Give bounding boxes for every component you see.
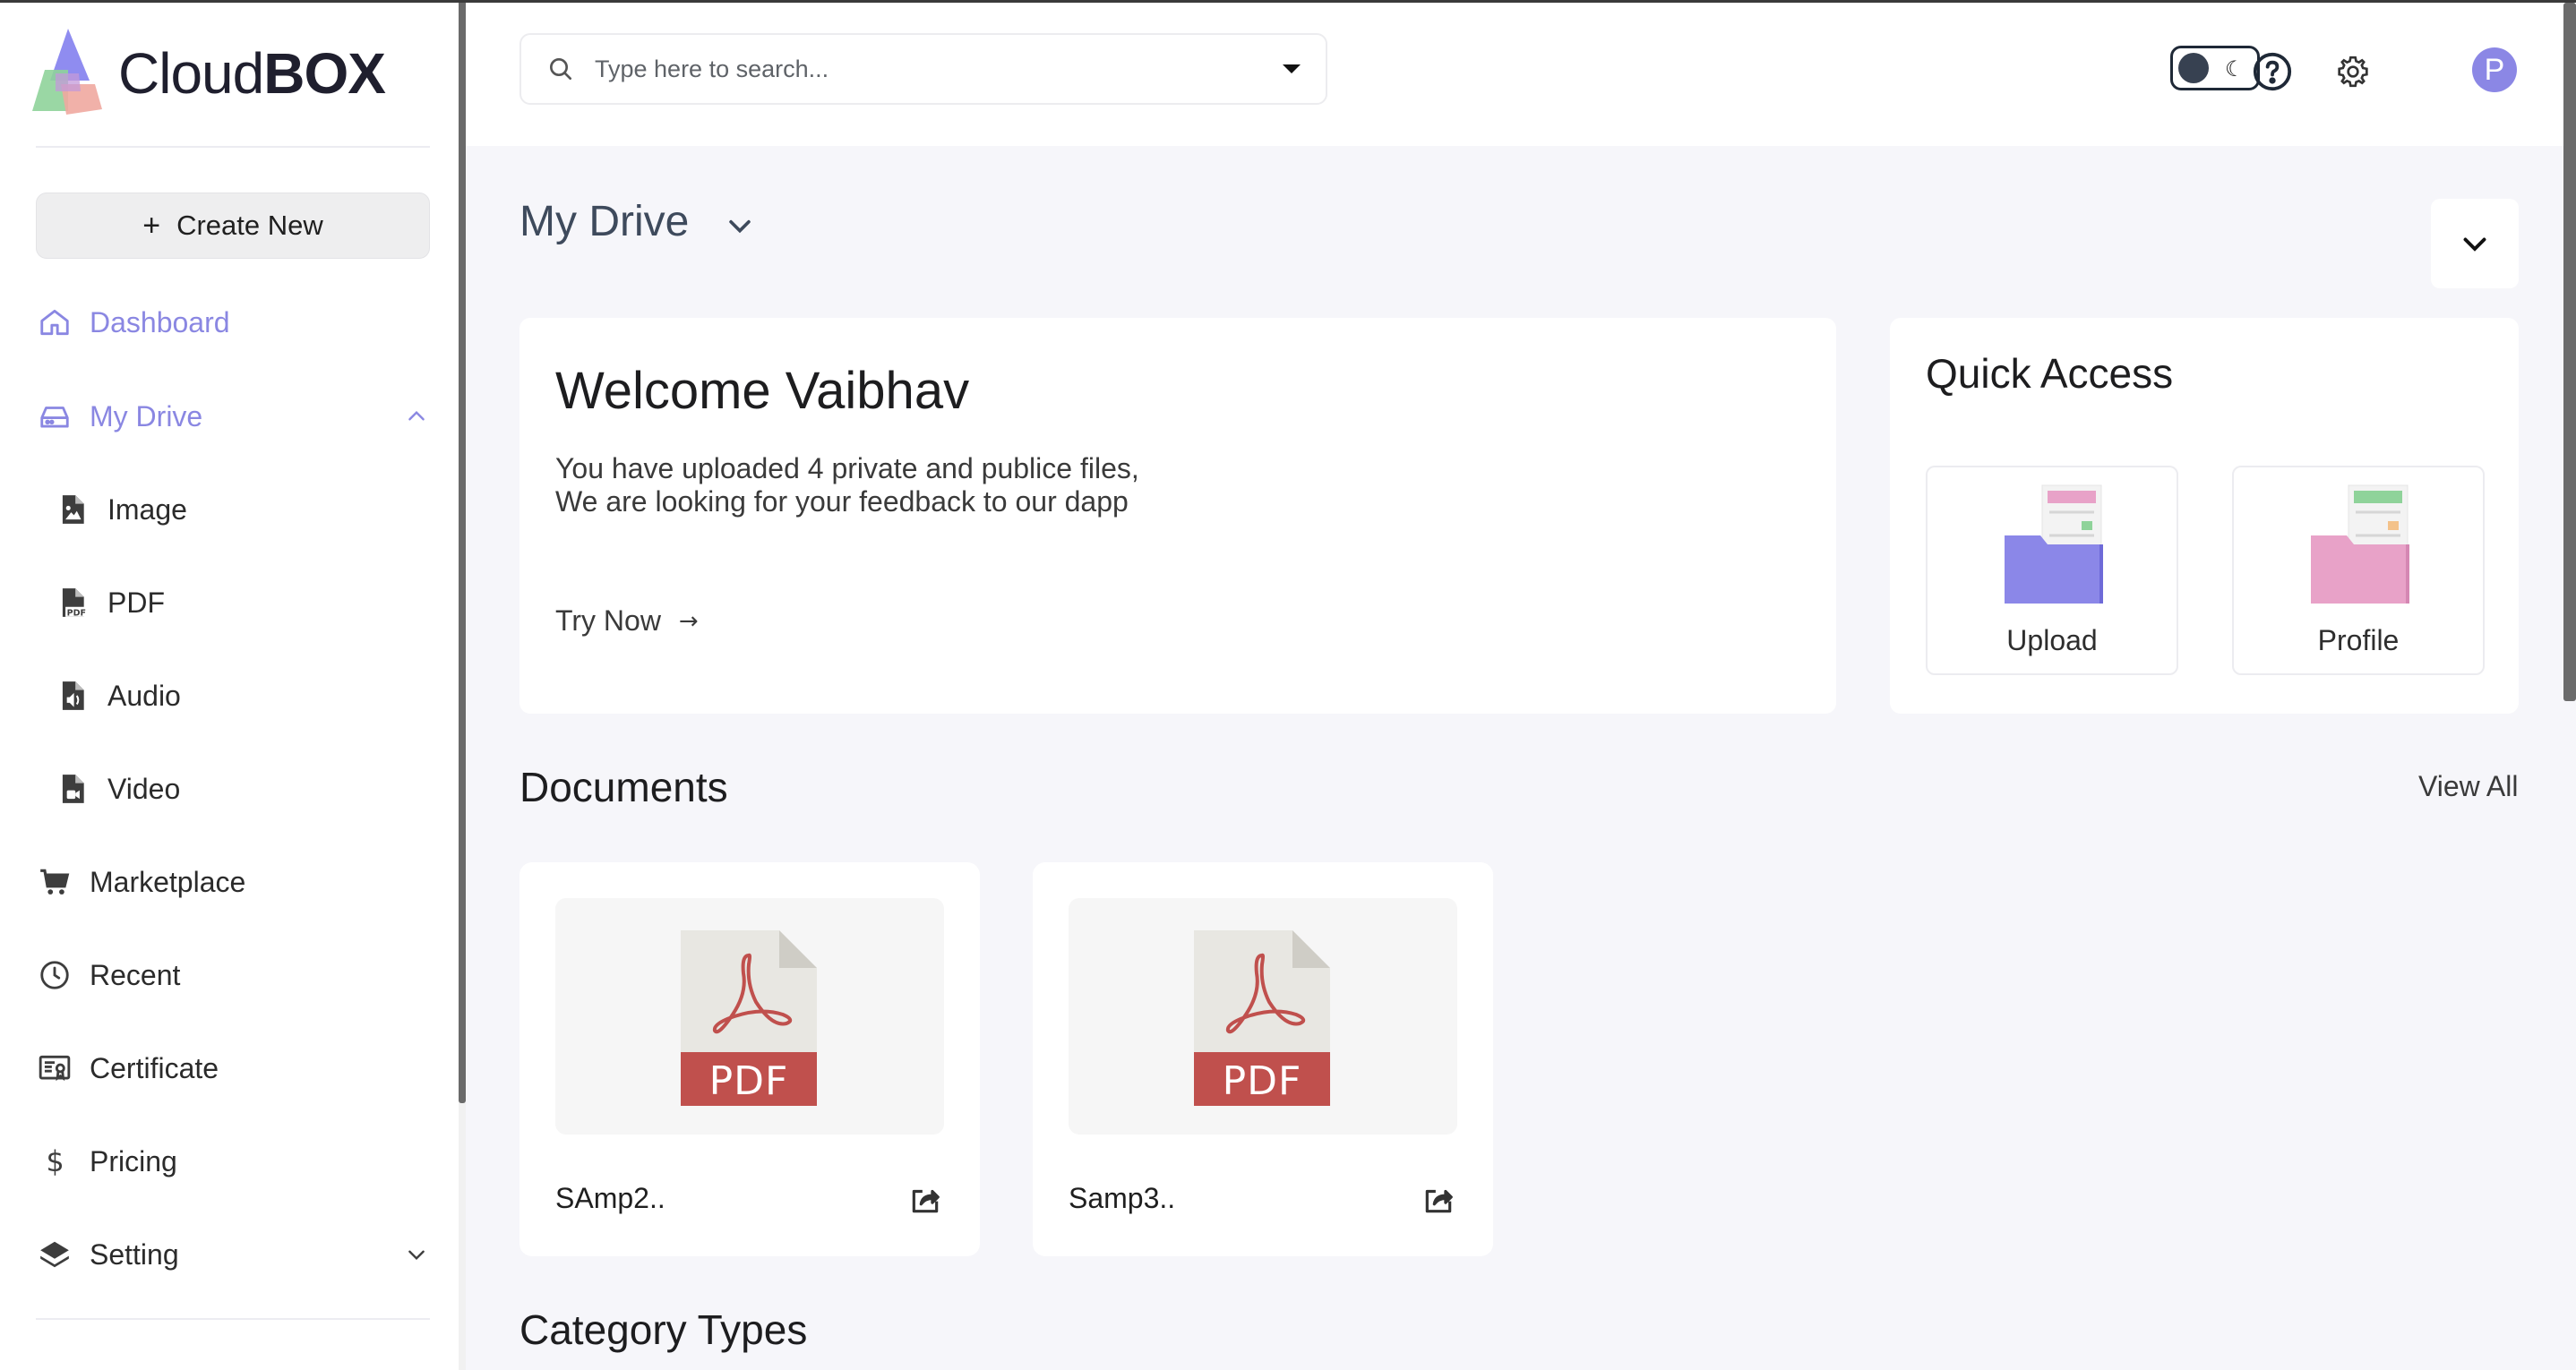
search-bar[interactable] [519, 33, 1327, 105]
cart-icon [36, 863, 73, 901]
help-icon[interactable] [2252, 51, 2293, 92]
sidebar-item-video[interactable]: Video [54, 762, 412, 816]
dropdown-caret-icon[interactable] [1283, 64, 1301, 73]
welcome-message: You have uploaded 4 private and publice … [555, 452, 1139, 518]
sidebar-divider [36, 1318, 430, 1320]
sidebar-item-label: PDF [107, 586, 165, 619]
try-now-label: Try Now [555, 604, 661, 637]
sidebar-item-pdf[interactable]: PDF PDF [54, 576, 412, 629]
sidebar-scrollbar-thumb[interactable] [459, 0, 466, 1103]
clock-icon [36, 956, 73, 994]
sidebar-item-label: Marketplace [90, 865, 246, 898]
quick-access-upload[interactable]: Upload [1926, 466, 2178, 675]
collapse-panel-button[interactable] [2431, 199, 2519, 288]
sidebar-item-recent[interactable]: Recent [36, 948, 430, 1002]
sidebar-item-label: Recent [90, 958, 181, 991]
sidebar-item-marketplace[interactable]: Marketplace [36, 855, 430, 909]
sidebar-item-label: My Drive [90, 399, 203, 432]
sidebar-item-dashboard[interactable]: Dashboard [36, 295, 430, 349]
home-icon [36, 304, 73, 341]
welcome-card: Welcome Vaibhav You have uploaded 4 priv… [519, 318, 1836, 714]
welcome-title: Welcome Vaibhav [555, 362, 970, 420]
svg-text:$: $ [47, 1146, 64, 1178]
plus-icon: + [142, 209, 161, 243]
quick-access-profile[interactable]: Profile [2232, 466, 2485, 675]
sidebar-item-my-drive[interactable]: My Drive [36, 390, 430, 443]
sidebar-item-audio[interactable]: Audio [54, 669, 412, 723]
audio-file-icon [54, 677, 91, 715]
gear-icon[interactable] [2335, 54, 2371, 90]
sidebar-item-certificate[interactable]: Certificate [36, 1041, 430, 1095]
profile-folder-icon [2311, 484, 2409, 604]
quick-access-title: Quick Access [1926, 350, 2174, 397]
quick-access-label: Profile [2317, 624, 2400, 656]
document-thumbnail: PDF [1069, 898, 1457, 1135]
chevron-down-icon [729, 219, 751, 233]
document-card[interactable]: PDF SAmp2.. [519, 862, 980, 1256]
svg-text:PDF: PDF [67, 608, 86, 618]
user-avatar[interactable]: P [2472, 47, 2517, 92]
app-name: CloudBOX [118, 41, 386, 106]
pdf-badge-label: PDF [708, 1057, 789, 1104]
my-drive-dropdown[interactable]: My Drive [519, 197, 755, 246]
sidebar-item-label: Pricing [90, 1144, 177, 1177]
sidebar-item-label: Image [107, 492, 187, 526]
create-new-button[interactable]: + Create New [36, 193, 430, 259]
sidebar-item-label: Audio [107, 679, 181, 712]
image-file-icon [54, 491, 91, 528]
try-now-link[interactable]: Try Now → [555, 604, 699, 638]
top-header: ☾ P [466, 3, 2576, 146]
video-file-icon [54, 770, 91, 808]
share-icon[interactable] [1421, 1183, 1455, 1217]
sidebar-item-label: Dashboard [90, 305, 230, 338]
welcome-line-2: We are looking for your feedback to our … [555, 485, 1129, 518]
dark-mode-toggle[interactable]: ☾ [2170, 46, 2260, 90]
arrow-right-icon: → [678, 607, 699, 635]
sidebar-item-label: Video [107, 772, 181, 805]
quick-access-label: Upload [2006, 624, 2098, 656]
quick-access-card: Quick Access Upload Profile [1890, 318, 2519, 714]
chevron-down-icon [2463, 237, 2486, 252]
sidebar-item-image[interactable]: Image [54, 483, 412, 536]
document-thumbnail: PDF [555, 898, 944, 1135]
dollar-icon: $ [36, 1143, 73, 1180]
chevron-down-icon[interactable] [403, 1241, 430, 1268]
pdf-badge-label: PDF [1222, 1057, 1302, 1104]
share-icon[interactable] [908, 1183, 942, 1217]
window-top-border [0, 0, 2576, 3]
pdf-file-icon: PDF [54, 584, 91, 621]
view-all-link[interactable]: View All [2418, 770, 2518, 803]
certificate-icon [36, 1049, 73, 1087]
sidebar-divider [36, 146, 430, 148]
search-input[interactable] [595, 42, 1283, 96]
sidebar-item-label: Setting [90, 1237, 179, 1271]
sidebar-item-label: Certificate [90, 1051, 219, 1084]
drive-icon [36, 398, 73, 435]
document-card[interactable]: PDF Samp3.. [1033, 862, 1493, 1256]
moon-icon: ☾ [2225, 56, 2245, 81]
sidebar-item-pricing[interactable]: $ Pricing [36, 1135, 430, 1188]
category-types-title: Category Types [519, 1306, 808, 1353]
document-name: Samp3.. [1069, 1182, 1176, 1214]
search-icon [550, 58, 571, 80]
upload-folder-icon [2005, 484, 2103, 604]
app-logo[interactable]: CloudBOX [25, 27, 386, 120]
create-new-label: Create New [176, 210, 323, 241]
document-name: SAmp2.. [555, 1182, 665, 1214]
sidebar-item-setting[interactable]: Setting [36, 1228, 430, 1281]
welcome-line-1: You have uploaded 4 private and publice … [555, 452, 1139, 484]
layers-icon [36, 1236, 73, 1273]
sidebar: CloudBOX + Create New Dashboard My Drive… [0, 0, 459, 1370]
chevron-up-icon[interactable] [403, 403, 430, 430]
cloudbox-logo-icon [32, 29, 102, 115]
toggle-knob [2178, 53, 2209, 83]
main-scrollbar-thumb[interactable] [2563, 3, 2576, 701]
documents-title: Documents [519, 764, 728, 810]
page-title: My Drive [519, 198, 690, 245]
